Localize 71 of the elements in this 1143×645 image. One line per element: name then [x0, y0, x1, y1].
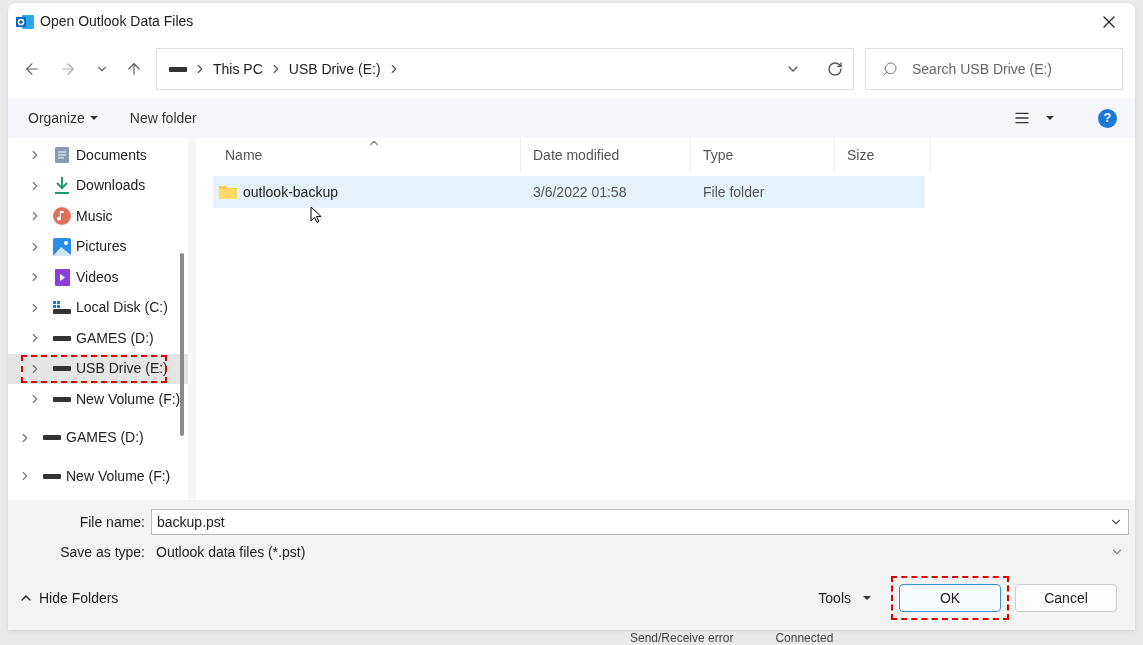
music-icon [53, 207, 71, 226]
file-name: outlook-backup [243, 182, 338, 202]
file-row[interactable]: outlook-backup 3/6/2022 01:58 File folder [213, 176, 925, 208]
column-header[interactable]: Type [691, 138, 835, 172]
system-drive-icon [53, 301, 71, 315]
scrollbar-thumb[interactable] [180, 253, 184, 436]
dialog-button[interactable]: Cancel [1015, 584, 1117, 612]
video-icon [54, 268, 70, 286]
list-view-icon [1014, 110, 1030, 126]
file-name-field[interactable]: backup.pst [157, 511, 1109, 533]
document-icon [55, 147, 69, 164]
view-options-button[interactable] [1014, 110, 1054, 126]
caret-icon [863, 596, 871, 600]
arrow-right-icon [59, 60, 77, 78]
folder-icon [219, 185, 237, 199]
drive-icon [43, 473, 61, 479]
field-label: File name: [78, 512, 146, 532]
help-button[interactable]: ? [1098, 108, 1117, 128]
breadcrumb[interactable]: USB Drive (E:) [288, 58, 381, 80]
drive-icon [53, 396, 71, 402]
nav-item[interactable]: Videos [8, 262, 188, 293]
field-label: Save as type: [59, 542, 146, 562]
file-type: File folder [702, 182, 766, 202]
nav-item[interactable]: Local Disk (C:) [8, 292, 188, 323]
column-header[interactable]: Size [835, 138, 931, 172]
nav-label: Documents [76, 145, 147, 165]
download-icon [54, 177, 70, 195]
nav-label: New Volume (F:) [66, 466, 171, 486]
breadcrumb[interactable]: This PC [213, 58, 263, 80]
column-header[interactable]: Name [213, 138, 521, 172]
nav-item[interactable]: New Volume (F:) [8, 461, 188, 492]
nav-label: Pictures [76, 237, 127, 257]
drive-icon [53, 335, 71, 341]
nav-item[interactable]: GAMES (D:) [8, 422, 188, 453]
search-field[interactable]: Search USB Drive (E:) [912, 58, 1122, 80]
tools-menu[interactable]: Tools [818, 587, 871, 609]
caret-icon [1046, 116, 1054, 120]
nav-item[interactable]: Documents [8, 140, 188, 171]
search-box[interactable]: Search USB Drive (E:) [865, 48, 1123, 90]
new-folder-button[interactable]: New folder [123, 107, 203, 129]
app-icon [16, 13, 34, 30]
nav-label: Local Disk (C:) [76, 298, 168, 318]
nav-label: Downloads [76, 176, 146, 196]
nav-label: Videos [76, 267, 119, 287]
status-text: Connected [775, 632, 834, 645]
refresh-icon[interactable] [827, 61, 843, 77]
window-title: Open Outlook Data Files [40, 12, 194, 31]
column-header[interactable]: Date modified [521, 138, 691, 172]
nav-item[interactable]: Music [8, 201, 188, 232]
search-icon [882, 61, 898, 77]
address-bar[interactable]: This PC USB Drive (E:) [156, 48, 854, 90]
nav-label: Music [76, 206, 113, 226]
status-text: Send/Receive error [630, 632, 734, 645]
dialog-button[interactable]: OK [899, 584, 1001, 612]
nav-item[interactable]: New Volume (F:) [8, 384, 188, 415]
hide-folders-button[interactable]: Hide Folders [18, 587, 119, 609]
nav-label: GAMES (D:) [66, 428, 144, 448]
mouse-cursor-icon [310, 206, 322, 224]
caret-icon [89, 116, 98, 120]
drive-icon [53, 366, 71, 372]
nav-item[interactable]: Pictures [8, 231, 188, 262]
organize-menu[interactable]: Organize [20, 107, 106, 129]
nav-item[interactable]: Downloads [8, 170, 188, 201]
nav-label: GAMES (D:) [76, 328, 154, 348]
nav-label: New Volume (F:) [76, 389, 181, 409]
nav-item[interactable]: GAMES (D:) [8, 323, 188, 354]
file-name-box[interactable]: backup.pst [151, 509, 1129, 535]
picture-icon [53, 237, 71, 256]
drive-icon [43, 435, 61, 441]
drive-icon [169, 66, 187, 72]
date-modified: 3/6/2022 01:58 [532, 182, 628, 202]
